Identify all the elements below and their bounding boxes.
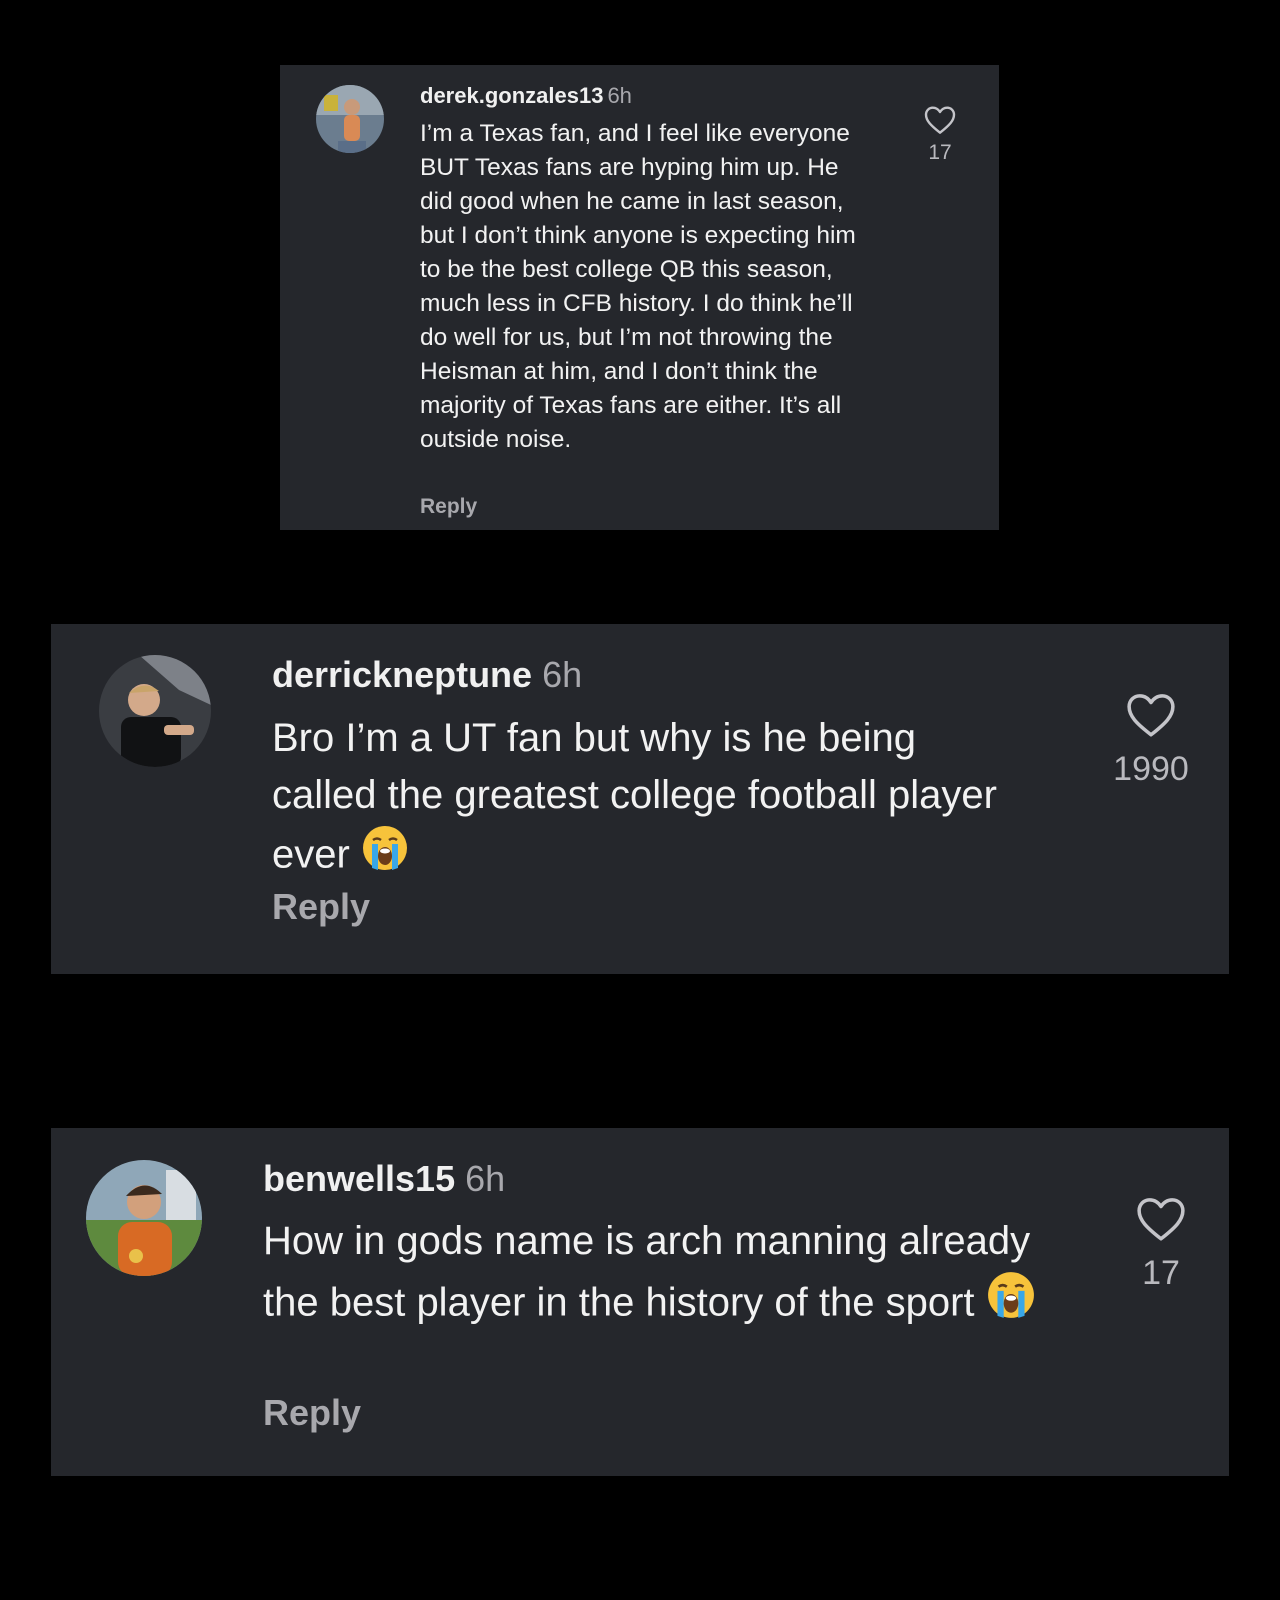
user-avatar[interactable] <box>99 655 211 767</box>
timestamp: 6h <box>465 1158 506 1199</box>
comment-body: Bro I’m a UT fan but why is he being cal… <box>272 710 1012 888</box>
like-count: 17 <box>928 141 952 164</box>
timestamp: 6h <box>542 654 583 695</box>
username[interactable]: derrickneptune <box>272 654 532 695</box>
heart-outline-icon <box>1137 1198 1185 1241</box>
comment-header: derrickneptune 6h <box>272 654 582 696</box>
reply-button[interactable]: Reply <box>272 886 370 928</box>
heart-outline-icon <box>1127 694 1175 737</box>
comment-header: benwells15 6h <box>263 1158 505 1200</box>
comment-text: I’m a Texas fan, and I feel like everyon… <box>420 120 856 453</box>
username[interactable]: benwells15 <box>263 1158 455 1199</box>
comment-card: derrickneptune 6h Bro I’m a UT fan but wh… <box>51 624 1229 974</box>
comment-card: benwells15 6h How in gods name is arch ma… <box>51 1128 1229 1476</box>
like-button[interactable]: 17 <box>915 105 965 165</box>
like-button[interactable]: 17 <box>1111 1196 1211 1293</box>
loudly-crying-face-emoji <box>986 1270 1036 1336</box>
reply-button[interactable]: Reply <box>263 1392 361 1434</box>
username[interactable]: derek.gonzales13 <box>420 83 603 108</box>
user-avatar[interactable] <box>316 85 384 153</box>
timestamp: 6h <box>607 83 632 108</box>
comment-body: How in gods name is arch manning already… <box>263 1212 1063 1336</box>
like-count: 1990 <box>1113 750 1189 788</box>
like-button[interactable]: 1990 <box>1101 692 1201 789</box>
comment-text: How in gods name is arch manning already… <box>263 1219 1031 1325</box>
like-count: 17 <box>1142 1254 1180 1292</box>
comment-header: derek.gonzales13 6h <box>420 83 632 109</box>
heart-outline-icon <box>924 106 956 134</box>
comment-card: derek.gonzales13 6h I’m a Texas fan, and … <box>280 65 999 530</box>
loudly-crying-face-emoji <box>361 824 409 888</box>
reply-button[interactable]: Reply <box>420 495 477 519</box>
user-avatar[interactable] <box>86 1160 202 1276</box>
